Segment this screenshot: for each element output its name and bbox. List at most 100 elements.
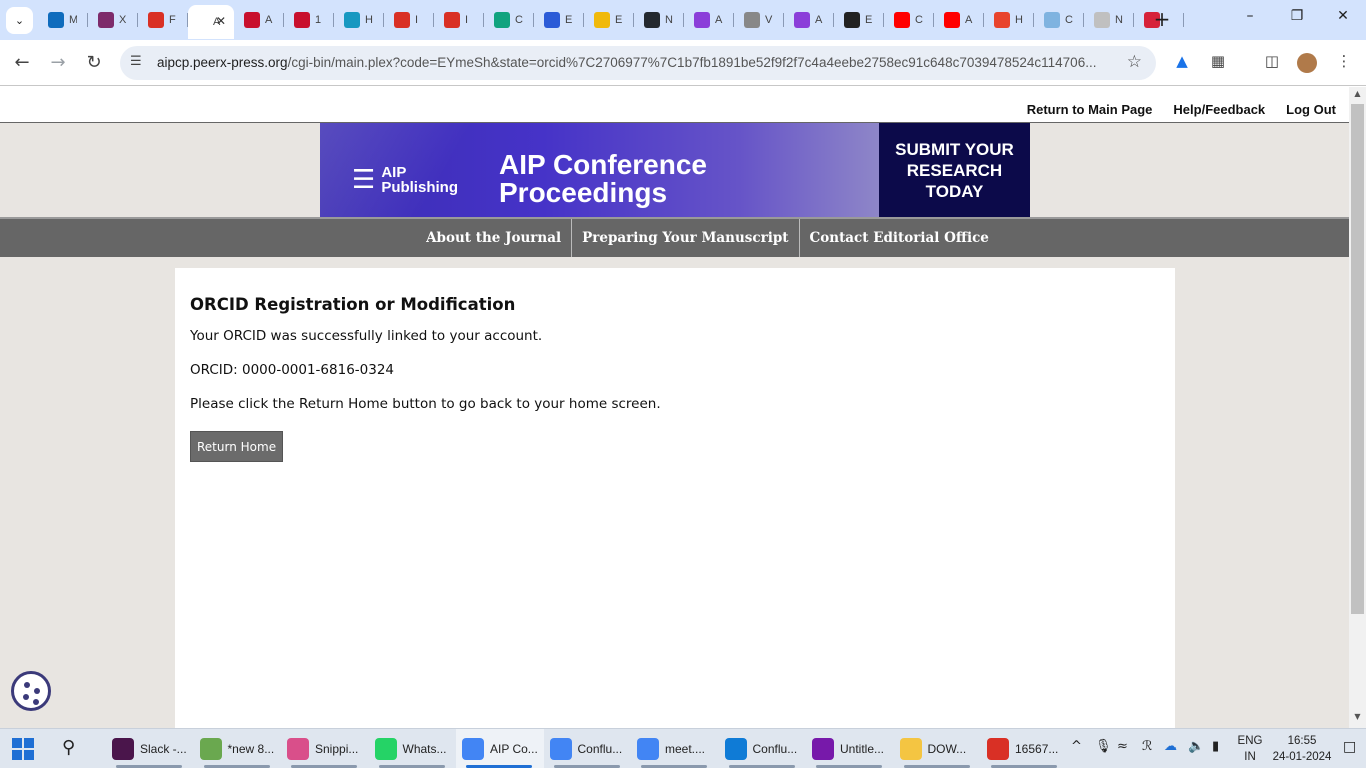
volume-icon[interactable]: 🔈 [1188, 739, 1204, 754]
tab-search-chevron-icon[interactable]: ⌄ [6, 7, 33, 34]
browser-tab[interactable]: I [384, 6, 434, 34]
url-text[interactable]: aipcp.peerx-press.org/cgi-bin/main.plex?… [157, 55, 1117, 70]
browser-tab[interactable]: E [584, 6, 634, 34]
scroll-down-icon[interactable]: ▼ [1349, 712, 1366, 726]
nav-about-journal[interactable]: About the Journal [416, 219, 573, 257]
browser-tab[interactable]: A [784, 6, 834, 34]
battery-icon[interactable]: ▮ [1212, 739, 1219, 754]
browser-tab[interactable]: 1 [284, 6, 334, 34]
extensions-puzzle-icon[interactable]: ▦ [1207, 52, 1229, 74]
whatsapp-icon [374, 738, 397, 760]
taskbar-app-label: Conflu... [752, 742, 798, 756]
tab-title: C [1065, 14, 1073, 26]
taskbar-search-icon[interactable]: ⚲ [62, 737, 75, 758]
outlook-icon [48, 12, 64, 28]
taskbar-app-label: 16567... [1015, 742, 1059, 756]
browser-tab[interactable]: H [984, 6, 1034, 34]
browser-tab[interactable]: N [1084, 6, 1134, 34]
profile-avatar[interactable] [1297, 53, 1317, 73]
wifi-icon[interactable]: ≈ [1117, 739, 1128, 754]
bluetooth-icon[interactable]: ℛ [1142, 739, 1152, 754]
browser-tab[interactable]: C [484, 6, 534, 34]
new-tab-button[interactable]: + [1151, 8, 1173, 30]
taskbar-app[interactable]: Slack -... [106, 729, 194, 768]
restore-icon[interactable]: ❐ [1285, 8, 1309, 24]
clock-time: 16:55 [1287, 735, 1317, 747]
side-panel-icon[interactable]: ◫ [1261, 52, 1283, 74]
taskbar-app[interactable]: AIP Co... [456, 729, 544, 768]
taskbar-app-label: Snippi... [315, 742, 359, 756]
browser-tab[interactable]: M [38, 6, 88, 34]
journal-banner[interactable]: ☰ AIP Publishing AIP Conference Proceedi… [320, 123, 1030, 217]
slack-icon [112, 738, 134, 760]
cookie-settings-icon[interactable] [11, 671, 51, 711]
microphone-icon[interactable]: 🎙 [1095, 739, 1112, 754]
browser-tab[interactable]: A ✕ [188, 5, 234, 39]
notepad-icon [199, 738, 222, 760]
taskbar-app-label: DOW... [927, 742, 967, 756]
browser-tab[interactable]: X [88, 6, 138, 34]
clock[interactable]: 16:55 24-01-2024 [1272, 733, 1332, 765]
scrollbar-thumb[interactable] [1351, 104, 1364, 614]
taskbar-app[interactable]: 16567... [981, 729, 1069, 768]
taskbar-app[interactable]: Snippi... [281, 729, 369, 768]
chart-icon [844, 12, 860, 28]
taskbar-app-label: Conflu... [577, 742, 623, 756]
taskbar-app[interactable]: Conflu... [719, 729, 807, 768]
tray-overflow-icon[interactable]: ^ [1071, 739, 1082, 754]
help-feedback-link[interactable]: Help/Feedback [1173, 102, 1265, 117]
browser-tab[interactable]: E [834, 6, 884, 34]
notifications-icon[interactable]: □ [1343, 739, 1356, 755]
windows-start-icon[interactable] [12, 738, 34, 760]
browser-tab[interactable]: A [234, 6, 284, 34]
reload-icon[interactable]: ↻ [81, 50, 107, 76]
close-window-icon[interactable]: ✕ [1331, 8, 1355, 24]
taskbar-app[interactable]: *new 8... [194, 729, 282, 768]
browser-tab[interactable]: C [1034, 6, 1084, 34]
browser-tab[interactable]: A [934, 6, 984, 34]
nav-preparing-manuscript[interactable]: Preparing Your Manuscript [572, 219, 800, 257]
browser-tab[interactable]: A [684, 6, 734, 34]
instruction-text: Please click the Return Home button to g… [190, 396, 661, 412]
language-indicator[interactable]: ENG IN [1237, 733, 1263, 765]
log-out-link[interactable]: Log Out [1286, 102, 1336, 117]
banner-main: ☰ AIP Publishing AIP Conference Proceedi… [320, 123, 879, 217]
browser-tab[interactable]: H [334, 6, 384, 34]
browser-tab[interactable]: C [884, 6, 934, 34]
onedrive-icon[interactable]: ☁ [1164, 739, 1177, 754]
return-to-main-page-link[interactable]: Return to Main Page [1027, 102, 1153, 117]
close-tab-icon[interactable]: ✕ [216, 14, 226, 28]
arrow-icon [994, 12, 1010, 28]
browser-tab[interactable]: F [138, 6, 188, 34]
taskbar-app[interactable]: Untitle... [806, 729, 894, 768]
browser-tab[interactable]: I [434, 6, 484, 34]
taskbar-app[interactable]: Conflu... [544, 729, 632, 768]
forward-icon[interactable]: → [45, 50, 71, 76]
n-icon [1094, 12, 1110, 28]
browser-tab[interactable]: N [634, 6, 684, 34]
tab-title: H [365, 14, 373, 26]
u-icon [694, 12, 710, 28]
page-scrollbar[interactable]: ▲ ▼ [1349, 87, 1366, 728]
banner-cta[interactable]: SUBMIT YOUR RESEARCH TODAY [879, 123, 1030, 217]
binance-icon [594, 12, 610, 28]
taskbar-app[interactable]: DOW... [894, 729, 982, 768]
nav-contact-editorial-office[interactable]: Contact Editorial Office [800, 219, 999, 257]
site-settings-icon[interactable]: ☰ [130, 54, 142, 69]
return-home-button[interactable]: Return Home [190, 431, 284, 462]
browser-tab[interactable]: E [534, 6, 584, 34]
success-message: Your ORCID was successfully linked to yo… [190, 328, 543, 344]
gmail-icon [148, 12, 164, 28]
taskbar-app[interactable]: meet.... [631, 729, 719, 768]
taskbar-app[interactable]: Whats... [369, 729, 457, 768]
address-bar[interactable]: ☰ aipcp.peerx-press.org/cgi-bin/main.ple… [120, 46, 1156, 80]
bookmark-star-icon[interactable]: ☆ [1127, 52, 1142, 72]
menu-kebab-icon[interactable]: ⋮ [1333, 52, 1355, 74]
back-icon[interactable]: ← [9, 50, 35, 76]
journal-nav: About the Journal Preparing Your Manuscr… [0, 217, 1349, 257]
scroll-up-icon[interactable]: ▲ [1349, 89, 1366, 103]
browser-tab[interactable]: V [734, 6, 784, 34]
extension-icon[interactable]: ▲ [1171, 52, 1193, 74]
minimize-icon[interactable]: – [1238, 8, 1262, 24]
mask-icon [98, 12, 114, 28]
